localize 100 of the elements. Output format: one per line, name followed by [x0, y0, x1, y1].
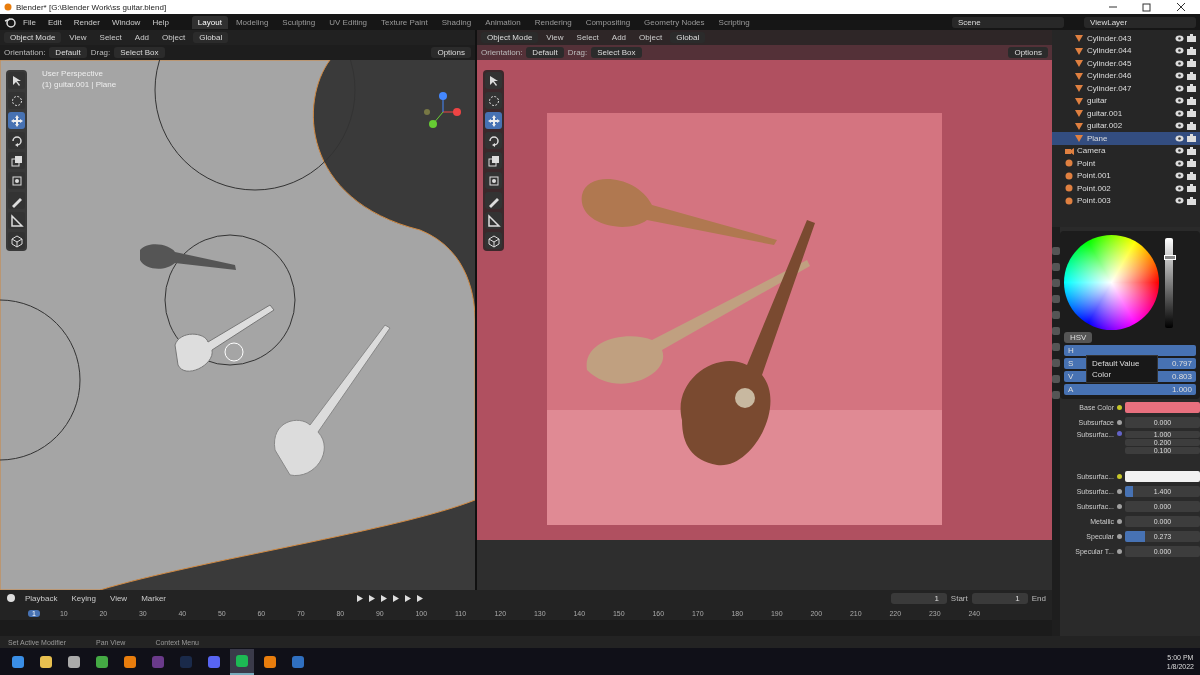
eye-icon[interactable]	[1175, 47, 1184, 55]
viewport-menu[interactable]: Object	[634, 32, 668, 43]
workspace-tab[interactable]: Animation	[479, 15, 527, 29]
workspace-tab[interactable]: Compositing	[579, 15, 637, 29]
viewport-menu[interactable]: Select	[94, 32, 127, 43]
viewport-menu[interactable]: View	[64, 32, 92, 43]
workspace-tab[interactable]: Sculpting	[276, 15, 322, 29]
drag-dropdown[interactable]: Select Box	[114, 47, 165, 58]
color-channel-field[interactable]: A 1.000	[1064, 384, 1196, 395]
camera-icon[interactable]	[1187, 109, 1196, 118]
viewport-menu[interactable]: Object	[157, 32, 191, 43]
eye-icon[interactable]	[1175, 59, 1184, 67]
eye-icon[interactable]	[1175, 97, 1184, 105]
view-layer-selector[interactable]: ViewLayer	[1084, 16, 1196, 28]
pointer-icon[interactable]	[485, 72, 502, 89]
brightness-slider[interactable]	[1165, 237, 1173, 328]
transform-icon[interactable]	[485, 172, 502, 189]
workspace-tab[interactable]: Layout	[191, 15, 228, 29]
eye-icon[interactable]	[1175, 159, 1184, 167]
color-channel-field[interactable]: H	[1064, 345, 1196, 356]
workspace-tab[interactable]: Texture Paint	[375, 15, 434, 29]
dashed-circle-icon[interactable]	[8, 92, 25, 109]
workspace-tab[interactable]: Scripting	[712, 15, 756, 29]
cube-icon[interactable]	[8, 232, 25, 249]
ruler-icon[interactable]	[485, 212, 502, 229]
options-dropdown[interactable]: Options	[431, 47, 471, 58]
outliner-item[interactable]: Point.001	[1077, 171, 1172, 181]
clock-icon[interactable]	[6, 593, 16, 603]
outliner-item[interactable]: guitar.001	[1087, 108, 1172, 118]
viewport-menu[interactable]: Select	[571, 32, 604, 43]
outliner-item[interactable]: Point.003	[1077, 196, 1172, 206]
outliner-item[interactable]: Camera	[1077, 146, 1172, 156]
eye-icon[interactable]	[1175, 34, 1184, 42]
frame-field[interactable]: 1	[890, 592, 947, 604]
outliner-item[interactable]: guitar	[1087, 96, 1172, 106]
camera-icon[interactable]	[1187, 184, 1196, 193]
orientation-dropdown[interactable]: Default	[49, 47, 87, 58]
camera-icon[interactable]	[1187, 171, 1196, 180]
scale-icon[interactable]	[485, 152, 502, 169]
workspace-tab[interactable]: Shading	[435, 15, 478, 29]
eye-icon[interactable]	[1175, 122, 1184, 130]
outliner-item[interactable]: Point.002	[1077, 183, 1172, 193]
camera-icon[interactable]	[1187, 46, 1196, 55]
scene-selector[interactable]: Scene	[952, 16, 1064, 28]
eye-icon[interactable]	[1175, 84, 1184, 92]
pencil-icon[interactable]	[8, 192, 25, 209]
move-icon[interactable]	[8, 112, 25, 129]
workspace-tab[interactable]: Rendering	[528, 15, 578, 29]
start-field[interactable]: 1	[971, 592, 1028, 604]
camera-icon[interactable]	[1187, 71, 1196, 80]
viewport-menu[interactable]: View	[541, 32, 569, 43]
taskbar-app-icon[interactable]	[230, 648, 254, 675]
eye-icon[interactable]	[1175, 72, 1184, 80]
workspace-tab[interactable]: UV Editing	[323, 15, 374, 29]
rotate-icon[interactable]	[8, 132, 25, 149]
menu-item[interactable]: Edit	[42, 16, 67, 28]
eye-icon[interactable]	[1175, 134, 1184, 142]
menu-item[interactable]: File	[18, 16, 41, 28]
timeline-menu[interactable]: Keying	[66, 592, 101, 604]
options-dropdown[interactable]: Options	[1008, 47, 1048, 58]
mode-dropdown[interactable]: Object Mode	[481, 32, 539, 43]
menu-item[interactable]: Window	[106, 16, 146, 28]
outliner-item[interactable]: Cylinder.046	[1087, 71, 1172, 81]
eye-icon[interactable]	[1175, 109, 1184, 117]
eye-icon[interactable]	[1175, 147, 1184, 155]
transform-dropdown[interactable]: Global	[670, 32, 706, 43]
timeline-menu[interactable]: View	[104, 592, 133, 604]
slider-thumb[interactable]	[1164, 254, 1176, 260]
camera-icon[interactable]	[1187, 196, 1196, 205]
mode-dropdown[interactable]: Object Mode	[4, 32, 62, 43]
viewport-menu[interactable]: Add	[606, 32, 632, 43]
outliner-item[interactable]: Cylinder.043	[1087, 33, 1172, 43]
color-swatch[interactable]	[1125, 471, 1200, 482]
scale-icon[interactable]	[8, 152, 25, 169]
camera-icon[interactable]	[1187, 59, 1196, 68]
color-mode-tab[interactable]: HSV	[1064, 332, 1093, 343]
camera-icon[interactable]	[1187, 96, 1196, 105]
camera-icon[interactable]	[1187, 34, 1196, 43]
eye-icon[interactable]	[1175, 172, 1184, 180]
pointer-icon[interactable]	[8, 72, 25, 89]
outliner-item[interactable]: guitar.002	[1087, 121, 1172, 131]
eye-icon[interactable]	[1175, 184, 1184, 192]
menu-item[interactable]: Help	[147, 16, 174, 28]
menu-item[interactable]: Render	[68, 16, 105, 28]
camera-icon[interactable]	[1187, 121, 1196, 130]
workspace-tab[interactable]: Modeling	[229, 15, 275, 29]
outliner-item[interactable]: Cylinder.047	[1087, 83, 1172, 93]
outliner-item[interactable]: Point	[1077, 158, 1172, 168]
dashed-circle-icon[interactable]	[485, 92, 502, 109]
camera-icon[interactable]	[1187, 134, 1196, 143]
pencil-icon[interactable]	[485, 192, 502, 209]
camera-icon[interactable]	[1187, 84, 1196, 93]
timeline-menu[interactable]: Playback	[20, 592, 63, 604]
transform-icon[interactable]	[8, 172, 25, 189]
move-icon[interactable]	[485, 112, 502, 129]
drag-dropdown[interactable]: Select Box	[591, 47, 642, 58]
outliner-item[interactable]: Cylinder.044	[1087, 46, 1172, 56]
transform-dropdown[interactable]: Global	[193, 32, 229, 43]
outliner-item[interactable]: Cylinder.045	[1087, 58, 1172, 68]
workspace-tab[interactable]: Geometry Nodes	[638, 15, 711, 29]
